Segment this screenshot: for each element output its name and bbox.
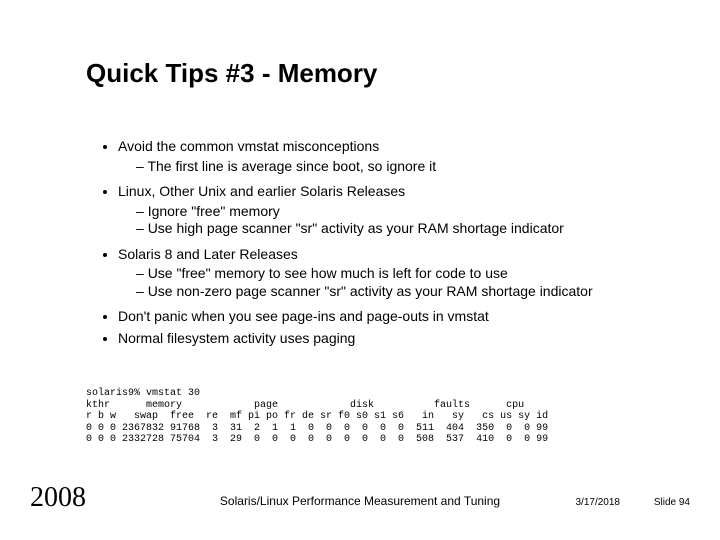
bullet-item: Normal filesystem activity uses paging xyxy=(118,330,660,348)
bullet-text: Avoid the common vmstat misconceptions xyxy=(118,138,379,154)
bullet-item: Solaris 8 and Later Releases Use "free" … xyxy=(118,246,660,301)
sub-bullet: Use high page scanner "sr" activity as y… xyxy=(136,220,660,238)
bullet-text: Linux, Other Unix and earlier Solaris Re… xyxy=(118,183,405,199)
bullet-item: Linux, Other Unix and earlier Solaris Re… xyxy=(118,183,660,238)
bullet-item: Avoid the common vmstat misconceptions T… xyxy=(118,138,660,175)
bullet-item: Don't panic when you see page-ins and pa… xyxy=(118,308,660,326)
slide-title: Quick Tips #3 - Memory xyxy=(86,58,377,89)
vmstat-output: solaris9% vmstat 30 kthr memory page dis… xyxy=(86,388,548,446)
slide: Quick Tips #3 - Memory Avoid the common … xyxy=(0,0,720,540)
footer-date: 3/17/2018 xyxy=(576,497,621,508)
slide-body: Avoid the common vmstat misconceptions T… xyxy=(100,138,660,351)
sub-bullet: Use "free" memory to see how much is lef… xyxy=(136,265,660,283)
sub-bullet: The first line is average since boot, so… xyxy=(136,158,660,176)
footer-slide-number: Slide 94 xyxy=(654,497,690,508)
sub-bullet: Use non-zero page scanner "sr" activity … xyxy=(136,283,660,301)
footer: 2008 Solaris/Linux Performance Measureme… xyxy=(0,484,720,514)
sub-bullet: Ignore "free" memory xyxy=(136,203,660,221)
bullet-text: Solaris 8 and Later Releases xyxy=(118,246,298,262)
